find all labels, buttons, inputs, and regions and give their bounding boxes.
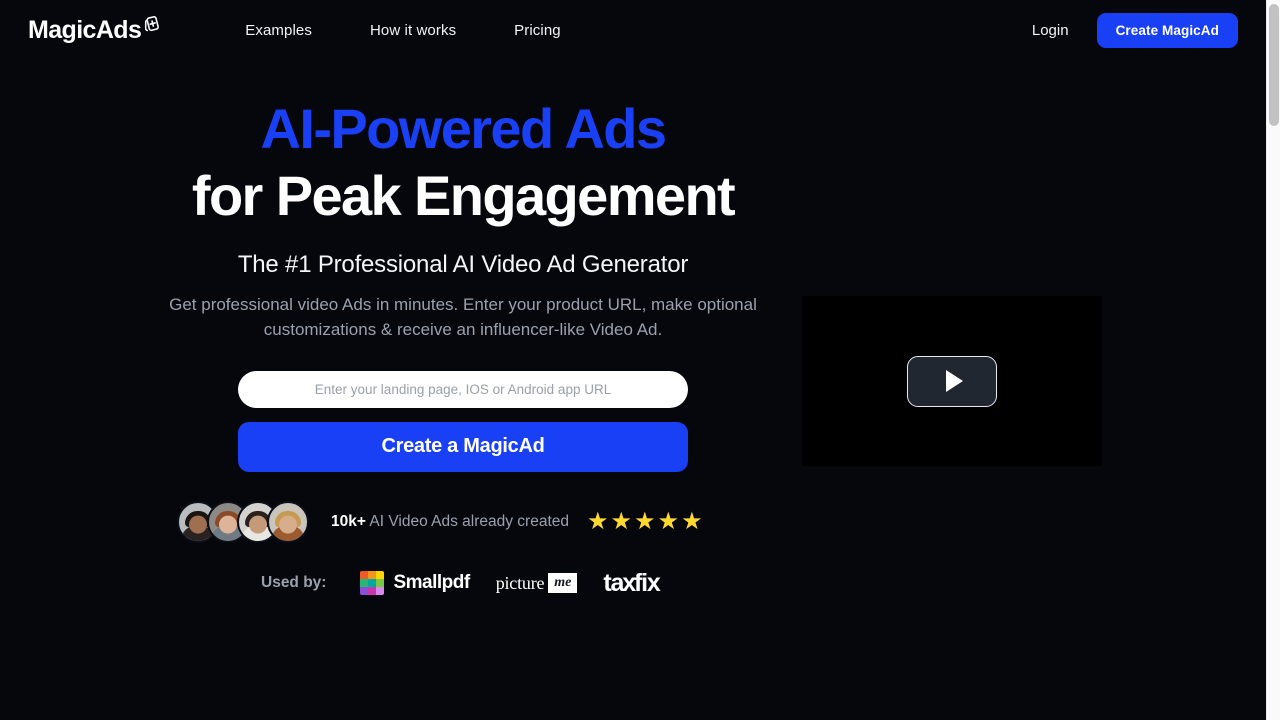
avatar-4 [267, 500, 309, 543]
social-proof: 10k+ AI Video Ads already created ★ ★ ★ … [173, 500, 753, 543]
scrollbar-thumb[interactable] [1269, 4, 1279, 126]
pictureme-label: picture [495, 572, 545, 593]
page-scrollbar[interactable] [1266, 0, 1280, 720]
avatar-group [177, 500, 309, 543]
used-by-row: Used by: Smallpdf picture me ta x fix [173, 569, 753, 598]
social-proof-count: 10k+ [331, 512, 366, 530]
rating-stars: ★ ★ ★ ★ ★ [587, 507, 703, 535]
taxfix-x-mark: x [622, 568, 636, 597]
header-create-magicad-button[interactable]: Create MagicAd [1096, 12, 1238, 48]
hero-section: AI-Powered Ads for Peak Engagement The #… [0, 95, 926, 598]
hero-form: Create a MagicAd [238, 370, 688, 472]
used-by-label: Used by: [261, 574, 327, 592]
brand-logo-pictureme: picture me [496, 573, 578, 594]
taxfix-label-a: ta [603, 568, 624, 597]
star-icon: ★ [610, 507, 633, 535]
star-icon: ★ [657, 507, 680, 535]
star-icon: ★ [681, 507, 703, 535]
taxfix-label-b: fix [633, 568, 661, 597]
star-icon: ★ [587, 507, 609, 535]
hero-subtitle: The #1 Professional AI Video Ad Generato… [237, 251, 689, 279]
headline-line-2: for Peak Engagement [191, 164, 736, 228]
brand-logo[interactable]: MagicAds [28, 15, 162, 44]
nav-item-examples[interactable]: Examples [245, 22, 312, 39]
url-input[interactable] [238, 370, 688, 408]
site-header: MagicAds Examples How it works Pricing L… [0, 0, 1266, 60]
brand-logo-text: MagicAds [28, 15, 142, 44]
nav-item-how-it-works[interactable]: How it works [370, 22, 456, 39]
pictureme-badge: me [548, 573, 578, 593]
login-link[interactable]: Login [1032, 22, 1069, 39]
star-icon: ★ [634, 507, 656, 535]
main-nav: Examples How it works Pricing [245, 22, 560, 39]
play-button[interactable] [907, 355, 997, 407]
brand-logo-smallpdf: Smallpdf [360, 571, 470, 596]
headline-line-1: AI-Powered Ads [260, 97, 668, 160]
hero-description: Get professional video Ads in minutes. E… [169, 295, 757, 340]
social-proof-text: 10k+ AI Video Ads already created [331, 513, 569, 531]
video-preview[interactable] [802, 296, 1102, 466]
header-actions: Login Create MagicAd [1032, 12, 1238, 48]
social-proof-label: AI Video Ads already created [365, 512, 569, 530]
play-icon [945, 370, 963, 392]
card-plus-icon [142, 15, 162, 40]
smallpdf-label: Smallpdf [393, 572, 470, 594]
brand-logo-taxfix: ta x fix [603, 568, 661, 598]
page-title: AI-Powered Ads for Peak Engagement [191, 95, 736, 229]
smallpdf-grid-icon [360, 571, 385, 596]
create-magicad-button[interactable]: Create a MagicAd [238, 421, 688, 472]
landing-page: MagicAds Examples How it works Pricing L… [0, 0, 1266, 720]
nav-item-pricing[interactable]: Pricing [514, 22, 561, 39]
